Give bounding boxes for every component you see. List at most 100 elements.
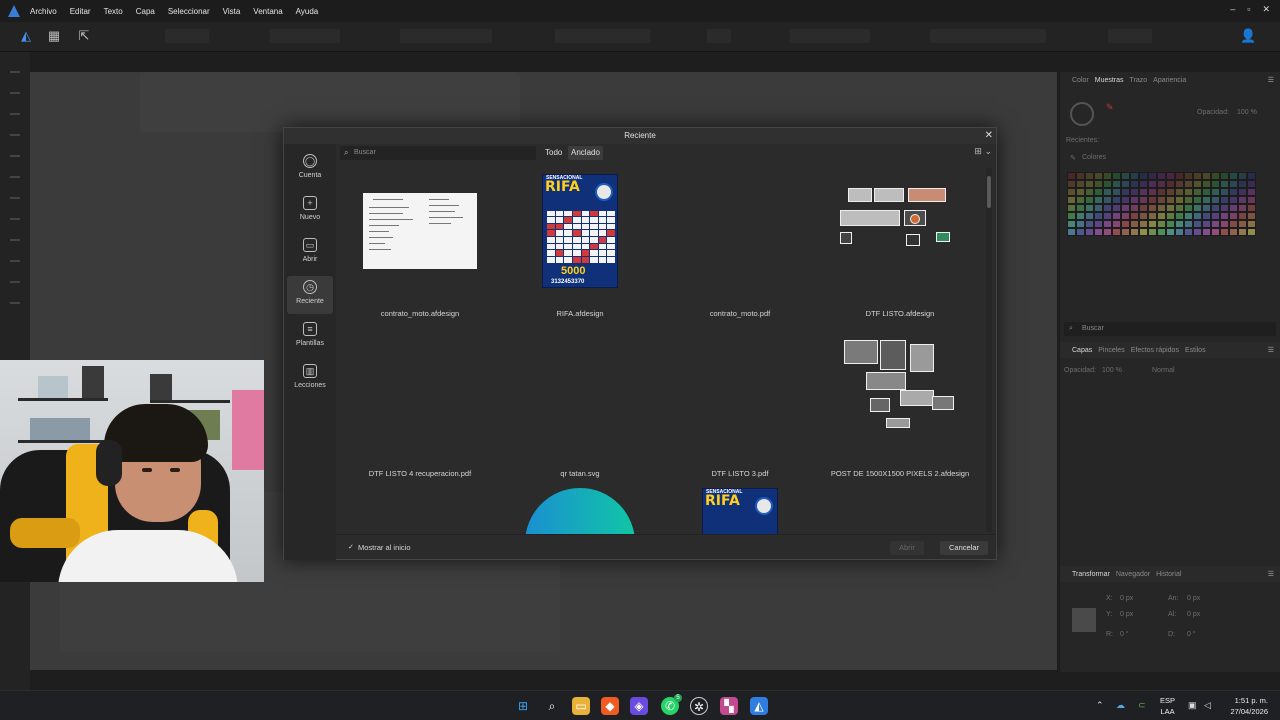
color-swatch[interactable] <box>1157 172 1166 180</box>
color-swatch[interactable] <box>1184 212 1193 220</box>
tab-navegador[interactable]: Navegador <box>1116 571 1150 578</box>
scrollbar-thumb[interactable] <box>987 176 991 208</box>
color-swatch[interactable] <box>1202 196 1211 204</box>
color-swatch[interactable] <box>1130 212 1139 220</box>
file-tile[interactable]: contrato_moto.afdesign <box>340 168 500 326</box>
tab-color[interactable]: Color <box>1072 77 1089 84</box>
tab-pinceles[interactable]: Pinceles <box>1098 347 1124 354</box>
language-indicator[interactable]: ESP LAA <box>1160 695 1175 717</box>
designer-persona-icon[interactable]: ◭ <box>18 28 34 44</box>
color-swatch[interactable] <box>1211 188 1220 196</box>
color-swatch[interactable] <box>1076 212 1085 220</box>
color-swatch[interactable] <box>1112 204 1121 212</box>
volume-icon[interactable]: ◁ <box>1204 700 1211 711</box>
color-swatch[interactable] <box>1148 188 1157 196</box>
color-swatch[interactable] <box>1211 228 1220 236</box>
color-swatch[interactable] <box>1175 172 1184 180</box>
color-swatch[interactable] <box>1247 196 1256 204</box>
view-mode-icon[interactable]: ⊞ ⌄ <box>974 146 992 157</box>
color-swatch[interactable] <box>1175 196 1184 204</box>
color-swatch[interactable] <box>1220 188 1229 196</box>
color-swatch[interactable] <box>1247 220 1256 228</box>
color-swatch[interactable] <box>1067 204 1076 212</box>
file-tile[interactable]: qr tatan.svg <box>500 328 660 486</box>
color-swatch[interactable] <box>1103 180 1112 188</box>
color-swatch[interactable] <box>1148 196 1157 204</box>
color-swatch[interactable] <box>1130 180 1139 188</box>
color-swatch[interactable] <box>1067 212 1076 220</box>
color-swatch[interactable] <box>1184 172 1193 180</box>
file-tile[interactable] <box>500 488 660 534</box>
color-swatch[interactable] <box>1184 196 1193 204</box>
color-swatch[interactable] <box>1103 172 1112 180</box>
anchor-selector-icon[interactable] <box>1072 608 1096 632</box>
sidebar-item-abrir[interactable]: ▭ Abrir <box>287 234 333 272</box>
color-swatch[interactable] <box>1130 204 1139 212</box>
color-swatch[interactable] <box>1229 220 1238 228</box>
dialog-scrollbar[interactable] <box>986 168 992 532</box>
color-swatch[interactable] <box>1175 228 1184 236</box>
color-swatch[interactable] <box>1166 172 1175 180</box>
color-swatch[interactable] <box>1103 196 1112 204</box>
file-tile[interactable]: DTF LISTO 4 recuperacion.pdf <box>340 328 500 486</box>
color-swatch[interactable] <box>1121 172 1130 180</box>
windows-start-icon[interactable]: ⊞ <box>514 697 532 715</box>
file-tile[interactable]: DTF LISTO.afdesign <box>820 168 980 326</box>
color-swatch[interactable] <box>1238 188 1247 196</box>
color-swatch[interactable] <box>1166 212 1175 220</box>
file-tile[interactable]: SENSACIONAL RIFA <box>660 488 820 534</box>
tray-overflow-icon[interactable]: ⌃ <box>1096 700 1104 711</box>
color-swatch[interactable] <box>1103 212 1112 220</box>
color-swatch[interactable] <box>1220 196 1229 204</box>
color-swatch[interactable] <box>1103 228 1112 236</box>
color-swatch[interactable] <box>1130 228 1139 236</box>
color-swatch[interactable] <box>1094 220 1103 228</box>
color-swatch[interactable] <box>1238 228 1247 236</box>
color-swatch[interactable] <box>1157 196 1166 204</box>
color-swatch[interactable] <box>1112 196 1121 204</box>
filter-todo[interactable]: Todo <box>542 146 565 160</box>
color-swatch[interactable] <box>1085 212 1094 220</box>
file-tile[interactable]: contrato_moto.pdf <box>660 168 820 326</box>
search-icon[interactable]: ⌕ <box>543 697 561 715</box>
menu-editar[interactable]: Editar <box>70 7 91 16</box>
layers-opacity-value[interactable]: 100 % <box>1102 367 1122 374</box>
color-swatch[interactable] <box>1067 196 1076 204</box>
color-swatch[interactable] <box>1139 228 1148 236</box>
panel-menu-icon[interactable]: ☰ <box>1268 346 1274 354</box>
color-swatch[interactable] <box>1121 196 1130 204</box>
menu-seleccionar[interactable]: Seleccionar <box>168 7 210 16</box>
color-swatch[interactable] <box>1166 196 1175 204</box>
color-swatch[interactable] <box>1157 188 1166 196</box>
color-swatch[interactable] <box>1076 220 1085 228</box>
tab-muestras[interactable]: Muestras <box>1095 77 1124 84</box>
file-tile[interactable]: POST DE 1500X1500 PIXELS 2.afdesign <box>820 328 980 486</box>
color-swatch[interactable] <box>1211 180 1220 188</box>
color-swatch[interactable] <box>1229 204 1238 212</box>
color-swatch[interactable] <box>1193 220 1202 228</box>
color-swatch[interactable] <box>1130 220 1139 228</box>
color-swatch[interactable] <box>1184 228 1193 236</box>
color-swatch[interactable] <box>1157 204 1166 212</box>
color-swatch[interactable] <box>1121 220 1130 228</box>
color-swatch[interactable] <box>1175 212 1184 220</box>
x-field[interactable]: 0 px <box>1120 595 1133 602</box>
dialog-search-input[interactable]: ⌕ Buscar <box>340 146 536 160</box>
color-swatch[interactable] <box>1175 180 1184 188</box>
palette-icon[interactable]: ✎ <box>1070 154 1076 162</box>
color-swatch[interactable] <box>1211 204 1220 212</box>
color-swatch[interactable] <box>1076 180 1085 188</box>
color-swatch[interactable] <box>1229 196 1238 204</box>
color-swatch[interactable] <box>1067 228 1076 236</box>
color-swatch[interactable] <box>1229 188 1238 196</box>
cancel-button[interactable]: Cancelar <box>940 541 989 555</box>
color-swatch[interactable] <box>1229 172 1238 180</box>
color-swatch[interactable] <box>1157 228 1166 236</box>
color-swatch[interactable] <box>1211 172 1220 180</box>
color-swatch[interactable] <box>1148 228 1157 236</box>
color-swatch[interactable] <box>1238 220 1247 228</box>
color-swatch[interactable] <box>1121 180 1130 188</box>
export-persona-icon[interactable]: ⇱ <box>76 28 92 44</box>
color-swatch[interactable] <box>1220 204 1229 212</box>
blend-mode-select[interactable]: Normal <box>1152 367 1175 374</box>
